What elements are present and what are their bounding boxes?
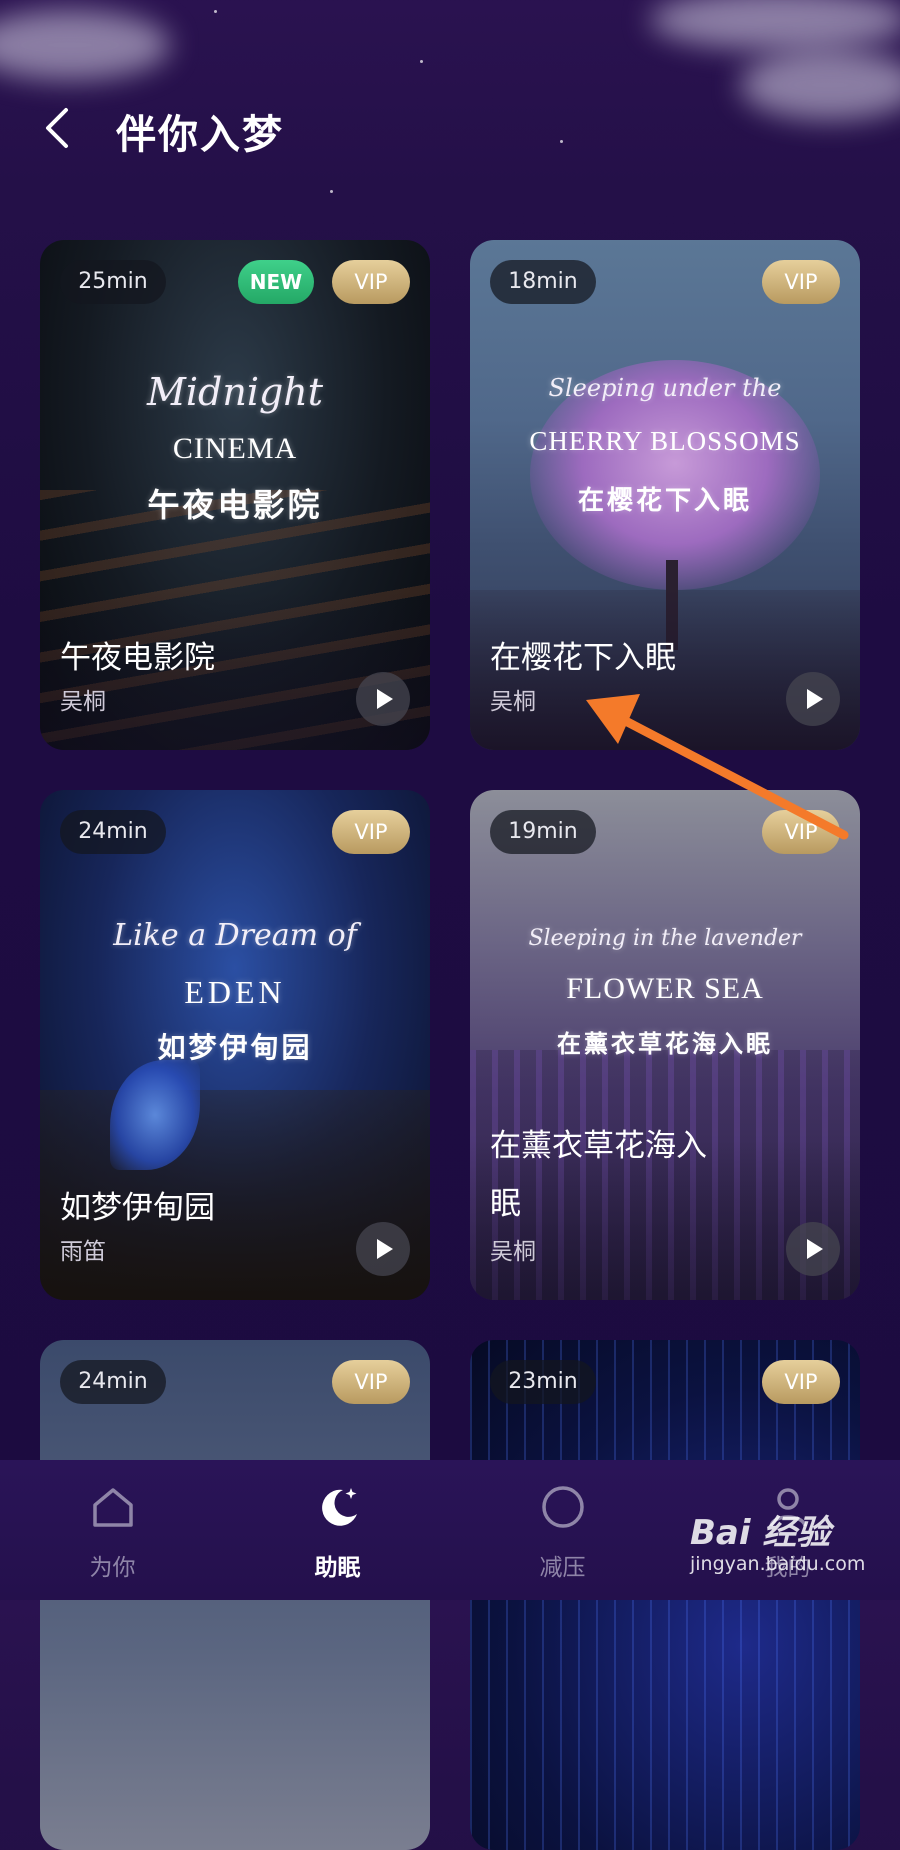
cover-script-text: Like a Dream of: [113, 918, 357, 953]
home-icon: [93, 1488, 133, 1527]
cover-script-text: Sleeping under the: [548, 374, 782, 402]
cloud-decoration: [0, 10, 170, 80]
star-decoration: [214, 10, 217, 13]
duration-badge: 24min: [60, 1360, 166, 1404]
sleep-card-cherry-blossoms[interactable]: 18min VIP Sleeping under the CHERRY BLOS…: [470, 240, 860, 750]
moon-star-icon: [322, 1488, 357, 1526]
circle-icon: [542, 1486, 584, 1528]
vip-badge: VIP: [762, 260, 840, 304]
cover-caps-text: CHERRY BLOSSOMS: [529, 426, 801, 456]
page-title: 伴你入梦: [116, 112, 284, 158]
vip-badge: VIP: [762, 810, 840, 854]
card-title: 如梦伊甸园: [60, 1190, 215, 1226]
play-button[interactable]: [356, 1222, 410, 1276]
watermark-brand: Bai 经验: [690, 1513, 831, 1553]
cover-script-text: Midnight: [146, 370, 324, 414]
card-author: 雨笛: [60, 1239, 106, 1265]
cover-caps-text: EDEN: [184, 974, 286, 1010]
card-title-line2: 眠: [490, 1186, 521, 1222]
play-button[interactable]: [356, 672, 410, 726]
sleep-card-eden[interactable]: 24min VIP Like a Dream of EDEN 如梦伊甸园 如梦伊…: [40, 790, 430, 1300]
baidu-watermark: Bai 经验 jingyan.baidu.com: [690, 1505, 890, 1585]
play-button[interactable]: [786, 1222, 840, 1276]
sleep-card-midnight-cinema[interactable]: 25min NEW VIP Midnight CINEMA 午夜电影院 午夜电影…: [40, 240, 430, 750]
duration-badge: 19min: [490, 810, 596, 854]
cover-chinese-text: 午夜电影院: [147, 486, 323, 524]
duration-badge: 23min: [490, 1360, 596, 1404]
sleep-card-lavender[interactable]: 19min VIP Sleeping in the lavender FLOWE…: [470, 790, 860, 1300]
tab-relax[interactable]: 减压: [450, 1460, 675, 1600]
card-author: 吴桐: [490, 689, 536, 715]
chevron-left-icon: [46, 108, 68, 148]
tab-sleep-aid[interactable]: 助眠: [225, 1460, 450, 1600]
vip-badge: VIP: [762, 1360, 840, 1404]
card-title: 在樱花下入眠: [490, 640, 676, 676]
tab-label: 助眠: [314, 1555, 361, 1581]
card-author: 吴桐: [60, 689, 106, 715]
vip-badge: VIP: [332, 810, 410, 854]
duration-badge: 24min: [60, 810, 166, 854]
star-decoration: [330, 190, 333, 193]
vip-badge: VIP: [332, 1360, 410, 1404]
cover-caps-text: FLOWER SEA: [566, 972, 764, 1005]
cover-script-text: Sleeping in the lavender: [528, 926, 802, 951]
watermark-url: jingyan.baidu.com: [690, 1553, 866, 1575]
vip-badge: VIP: [332, 260, 410, 304]
card-author: 吴桐: [490, 1239, 536, 1265]
play-button[interactable]: [786, 672, 840, 726]
new-badge: NEW: [238, 260, 314, 304]
cloud-decoration: [650, 0, 900, 50]
header: 伴你入梦: [0, 88, 900, 168]
back-button[interactable]: [38, 106, 78, 150]
cover-chinese-text: 在樱花下入眠: [577, 486, 752, 516]
tab-label: 减压: [539, 1555, 586, 1581]
cover-chinese-text: 在薰衣草花海入眠: [557, 1030, 773, 1058]
card-title-line1: 在薰衣草花海入: [490, 1128, 707, 1164]
star-decoration: [420, 60, 423, 63]
duration-badge: 18min: [490, 260, 596, 304]
tab-label: 为你: [89, 1555, 136, 1581]
duration-badge: 25min: [60, 260, 166, 304]
card-title: 午夜电影院: [60, 640, 215, 676]
tab-for-you[interactable]: 为你: [0, 1460, 225, 1600]
cover-chinese-text: 如梦伊甸园: [157, 1031, 313, 1064]
cover-caps-text: CINEMA: [172, 432, 298, 465]
